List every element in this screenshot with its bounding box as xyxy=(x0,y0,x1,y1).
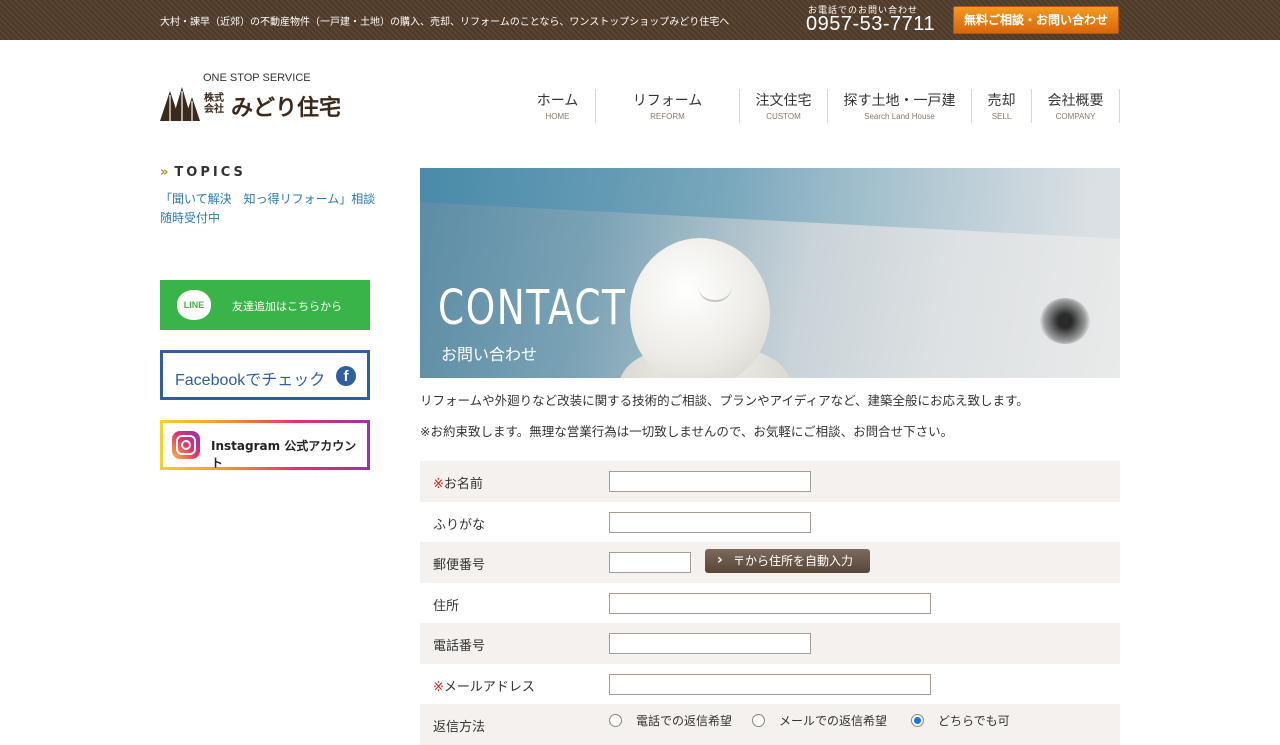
facebook-icon: f xyxy=(336,366,356,386)
topics-link[interactable]: 「聞いて解決 知っ得リフォーム」相談随時受付中 xyxy=(160,190,380,228)
phone-number[interactable]: 0957-53-7711 xyxy=(806,13,935,36)
topics-heading: » TOPICS xyxy=(160,165,246,180)
nav-label-en: CUSTOM xyxy=(766,112,801,121)
nav-item-sell[interactable]: 売却 SELL xyxy=(972,89,1032,123)
main-nav: ホーム HOME リフォーム REFORM 注文住宅 CUSTOM 探す土地・一… xyxy=(520,89,1120,125)
reply-email-label: メールでの返信希望 xyxy=(779,714,888,728)
hero-background-band xyxy=(420,168,1120,247)
double-chevron-icon: » xyxy=(160,165,169,180)
nav-label-en: HOME xyxy=(545,112,570,121)
form-row-name: ※お名前 xyxy=(420,461,1120,502)
nav-label-jp: 会社概要 xyxy=(1047,93,1104,109)
reply-method-label: 返信方法 xyxy=(433,720,486,735)
nav-item-custom[interactable]: 注文住宅 CUSTOM xyxy=(740,89,828,123)
facebook-button[interactable]: Facebookでチェック f xyxy=(160,350,370,400)
line-icon: LINE xyxy=(177,290,211,320)
required-mark: ※ xyxy=(433,679,444,695)
hero-title-en: CONTACT xyxy=(438,280,627,336)
instagram-button-inner: Instagram 公式アカウント xyxy=(163,423,367,470)
form-row-furigana: ふりがな xyxy=(420,502,1120,543)
site-tagline: 大村・諫早（近郊）の不動産物件（一戸建・土地）の購入、売却、リフォームのことなら… xyxy=(160,17,730,28)
hero-title-jp: お問い合わせ xyxy=(441,345,538,364)
email-input[interactable] xyxy=(609,673,931,695)
top-bar: 大村・諫早（近郊）の不動産物件（一戸建・土地）の購入、売却、リフォームのことなら… xyxy=(0,0,1280,40)
line-button-label: 友達追加はこちらから xyxy=(232,300,342,313)
email-label-text: メールアドレス xyxy=(443,679,535,695)
nav-label-en: REFORM xyxy=(650,112,685,121)
nav-label-en: COMPANY xyxy=(1055,112,1096,121)
reply-phone-label: 電話での返信希望 xyxy=(636,714,733,728)
address-label: 住所 xyxy=(433,598,460,614)
name-label: ※お名前 xyxy=(433,473,483,492)
nav-item-company[interactable]: 会社概要 COMPANY xyxy=(1032,89,1120,123)
intro-text-1: リフォームや外廻りなど改装に関する技術的ご相談、プランやアイディアなど、建築全般… xyxy=(420,393,1029,408)
reply-either-label: どちらでも可 xyxy=(938,714,1010,728)
reply-phone-radio[interactable] xyxy=(609,714,622,727)
nav-label-en: SELL xyxy=(991,112,1012,121)
instagram-button[interactable]: Instagram 公式アカウント xyxy=(160,420,370,470)
logo-company-type: 株式会社 xyxy=(204,93,224,115)
form-row-email: ※メールアドレス xyxy=(420,664,1120,705)
line-add-friend-button[interactable]: LINE 友達追加はこちらから xyxy=(160,280,370,330)
nav-item-search-land-house[interactable]: 探す土地・一戸建 Search Land House xyxy=(828,89,972,123)
reply-either-radio[interactable] xyxy=(911,714,924,727)
free-consultation-button[interactable]: 無料ご相談・お問い合わせ xyxy=(953,6,1119,34)
facebook-button-label: Facebookでチェック xyxy=(175,372,326,389)
nav-label-jp: リフォーム xyxy=(632,93,703,109)
hero-figure-head xyxy=(630,238,770,378)
contact-form: ※お名前 ふりがな 郵便番号 住所 電話番号 ※メールアドレス 返信方法 電話で… xyxy=(420,461,1120,745)
mountain-logo-icon xyxy=(160,87,200,121)
nav-label-jp: 売却 xyxy=(987,93,1016,109)
furigana-input[interactable] xyxy=(609,511,811,533)
nav-item-reform[interactable]: リフォーム REFORM xyxy=(596,89,740,123)
nav-label-jp: 注文住宅 xyxy=(755,93,812,109)
logo-name: みどり住宅 xyxy=(231,96,342,121)
phone-label: 電話番号 xyxy=(433,639,486,654)
name-label-text: お名前 xyxy=(443,477,483,492)
zip-autofill-button[interactable]: 〒から住所を自動入力 xyxy=(705,548,870,573)
reply-email-radio[interactable] xyxy=(752,714,765,727)
address-input[interactable] xyxy=(609,592,931,614)
site-logo[interactable]: ONE STOP SERVICE 株式会社 みどり住宅 xyxy=(160,72,370,124)
hero-dark-spot xyxy=(1040,298,1090,344)
required-mark: ※ xyxy=(433,477,444,492)
furigana-label: ふりがな xyxy=(433,517,486,533)
form-row-reply-method: 返信方法 電話での返信希望 メールでの返信希望 どちらでも可 xyxy=(420,704,1120,745)
nav-label-jp: ホーム xyxy=(536,93,579,109)
phone-input[interactable] xyxy=(609,633,811,654)
email-label: ※メールアドレス xyxy=(433,676,535,695)
nav-label-en: Search Land House xyxy=(864,112,935,121)
nav-label-jp: 探す土地・一戸建 xyxy=(843,93,956,109)
zip-label: 郵便番号 xyxy=(433,558,486,573)
form-row-address: 住所 xyxy=(420,583,1120,624)
instagram-icon xyxy=(172,431,200,459)
nav-item-home[interactable]: ホーム HOME xyxy=(520,89,596,123)
name-input[interactable] xyxy=(609,471,811,492)
form-row-phone: 電話番号 xyxy=(420,623,1120,664)
intro-text-2: ※お約束致します。無理な営業行為は一切致しませんので、お気軽にご相談、お問合せ下… xyxy=(420,424,954,439)
instagram-button-label: Instagram 公式アカウント xyxy=(211,439,357,470)
zip-input[interactable] xyxy=(609,552,691,573)
topics-title-text: TOPICS xyxy=(174,165,246,180)
contact-hero-image: CONTACT お問い合わせ xyxy=(420,168,1120,378)
logo-subtitle: ONE STOP SERVICE xyxy=(203,72,311,84)
